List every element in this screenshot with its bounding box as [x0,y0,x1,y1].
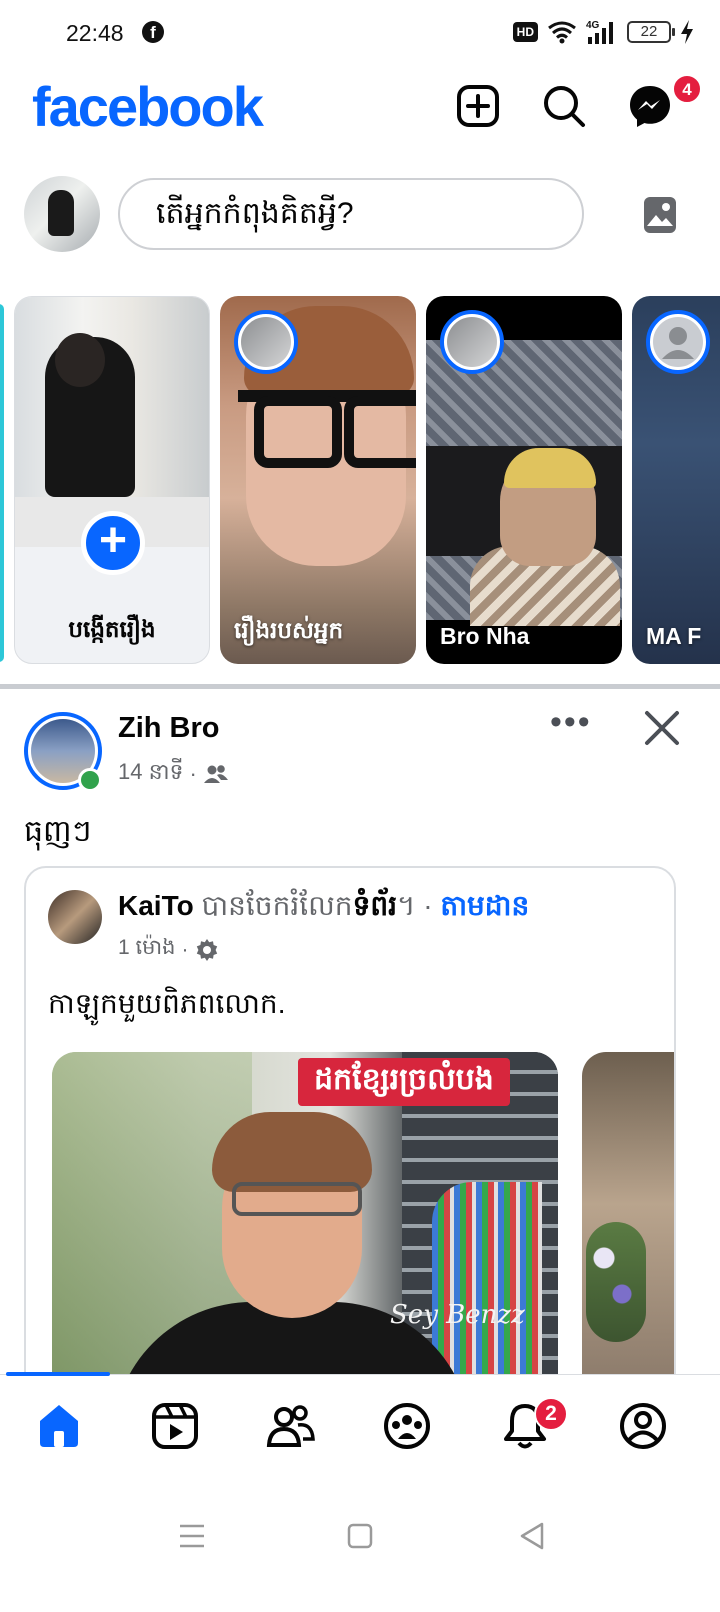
hide-post-button[interactable] [642,708,682,748]
tab-home[interactable] [34,1401,84,1451]
messenger-button[interactable] [628,84,672,128]
story-avatar [440,310,504,374]
story-label: MA F [646,623,702,649]
clock: 22:48 [66,20,124,46]
battery-icon: 22 [627,21,675,43]
user-avatar[interactable] [24,176,100,252]
square-icon [347,1523,373,1549]
shared-post-time[interactable]: 1 ម៉ោង [118,934,176,965]
back-button[interactable] [514,1518,550,1554]
create-post-icon [457,85,499,127]
story-avatar [646,310,710,374]
groups-icon [384,1403,430,1449]
status-icons: HD 4G 22 [512,18,694,46]
tab-groups[interactable] [382,1401,432,1451]
shared-post-meta: 1 ម៉ោង · [118,934,219,965]
home-button[interactable] [342,1518,378,1554]
story-card[interactable]: Bro Nha [426,296,622,664]
menu-button[interactable] [174,1518,210,1554]
shared-period: ។ [397,890,416,921]
story-preview-image [15,297,209,547]
photo-caption-banner: ដកខ្សែរច្រលំបង [298,1058,510,1106]
facebook-logo[interactable]: facebook [32,74,264,139]
shared-post-text: កាឡូកមួយពិភពលោក. [48,988,286,1019]
default-avatar-icon [662,327,694,359]
status-bar: 22:48 f HD 4G 22 [0,0,720,64]
story-card[interactable]: រឿងរបស់អ្នក [220,296,416,664]
online-status-dot [78,768,102,792]
settings-icon [196,938,217,961]
story-card[interactable]: MA F [632,296,720,664]
story-label: បង្កើតរឿង [68,616,156,642]
whats-on-your-mind-input[interactable]: តើអ្នកកំពុងគិតអ្វី? [118,178,584,250]
shared-author-name[interactable]: KaiTo [118,890,194,921]
tab-friends[interactable] [266,1401,316,1451]
search-button[interactable] [542,84,586,128]
charging-icon [681,20,693,44]
hd-icon: HD [512,22,538,42]
section-divider [0,684,720,689]
stories-tray[interactable]: + បង្កើតរឿង រឿងរបស់អ្នក Bro Nha MA F [0,296,720,668]
meta-separator: · [189,761,197,786]
tab-reels[interactable] [150,1401,200,1451]
shared-post-card[interactable]: KaiTo បានចែករំលែកទំព័រ។ · តាមដាន 1 ម៉ោង … [24,866,676,1426]
shared-author-avatar[interactable] [48,890,102,944]
header-separator: · [423,890,433,921]
post-text: ធុញៗ [24,815,92,848]
wifi-icon [548,21,576,44]
post-author-name[interactable]: Zih Bro [118,712,220,745]
more-options-button[interactable]: ••• [550,705,590,742]
tab-profile[interactable] [618,1401,668,1451]
add-story-icon[interactable]: + [81,511,145,575]
bottom-tab-bar: 2 [0,1372,720,1494]
close-icon [645,711,679,745]
back-triangle-icon [520,1522,544,1550]
svg-text:4G: 4G [586,20,600,31]
photo-icon [644,197,676,233]
follow-button[interactable]: តាមដាន [440,890,529,921]
create-story-card[interactable]: + បង្កើតរឿង [14,296,210,664]
friends-icon [266,1405,315,1447]
add-photo-button[interactable] [643,196,677,234]
photo-watermark: Sey Benzz [390,1300,525,1330]
menu-icon [180,1524,204,1548]
4g-signal-icon: 4G [586,20,613,44]
story-label: Bro Nha [440,623,530,649]
post-photo[interactable]: ដកខ្សែរច្រលំបង Sey Benzz [52,1052,558,1424]
post-time[interactable]: 14 នាទី [118,758,184,790]
messenger-badge: 4 [672,74,702,104]
create-post-button[interactable] [456,84,500,128]
system-navigation-bar [0,1494,720,1612]
meta-separator: · [181,937,189,961]
profile-icon [620,1403,666,1449]
shared-action: បានចែករំលែក [193,890,353,921]
messenger-icon [630,86,670,127]
story-avatar [234,310,298,374]
search-icon [544,86,585,127]
story-edge [0,304,4,662]
post-meta: 14 នាទី · [118,758,229,790]
story-label: រឿងរបស់អ្នក [234,617,344,643]
reels-icon [152,1403,198,1449]
notifications-badge: 2 [534,1397,568,1431]
shared-post-header: KaiTo បានចែករំលែកទំព័រ។ · តាមដាន [118,888,529,929]
active-tab-indicator [6,1372,110,1376]
shared-object: ទំព័រ [352,890,397,921]
facebook-notification-icon: f [142,21,164,43]
home-icon [40,1405,78,1447]
post-photo[interactable] [582,1052,674,1424]
friends-icon [203,765,228,783]
